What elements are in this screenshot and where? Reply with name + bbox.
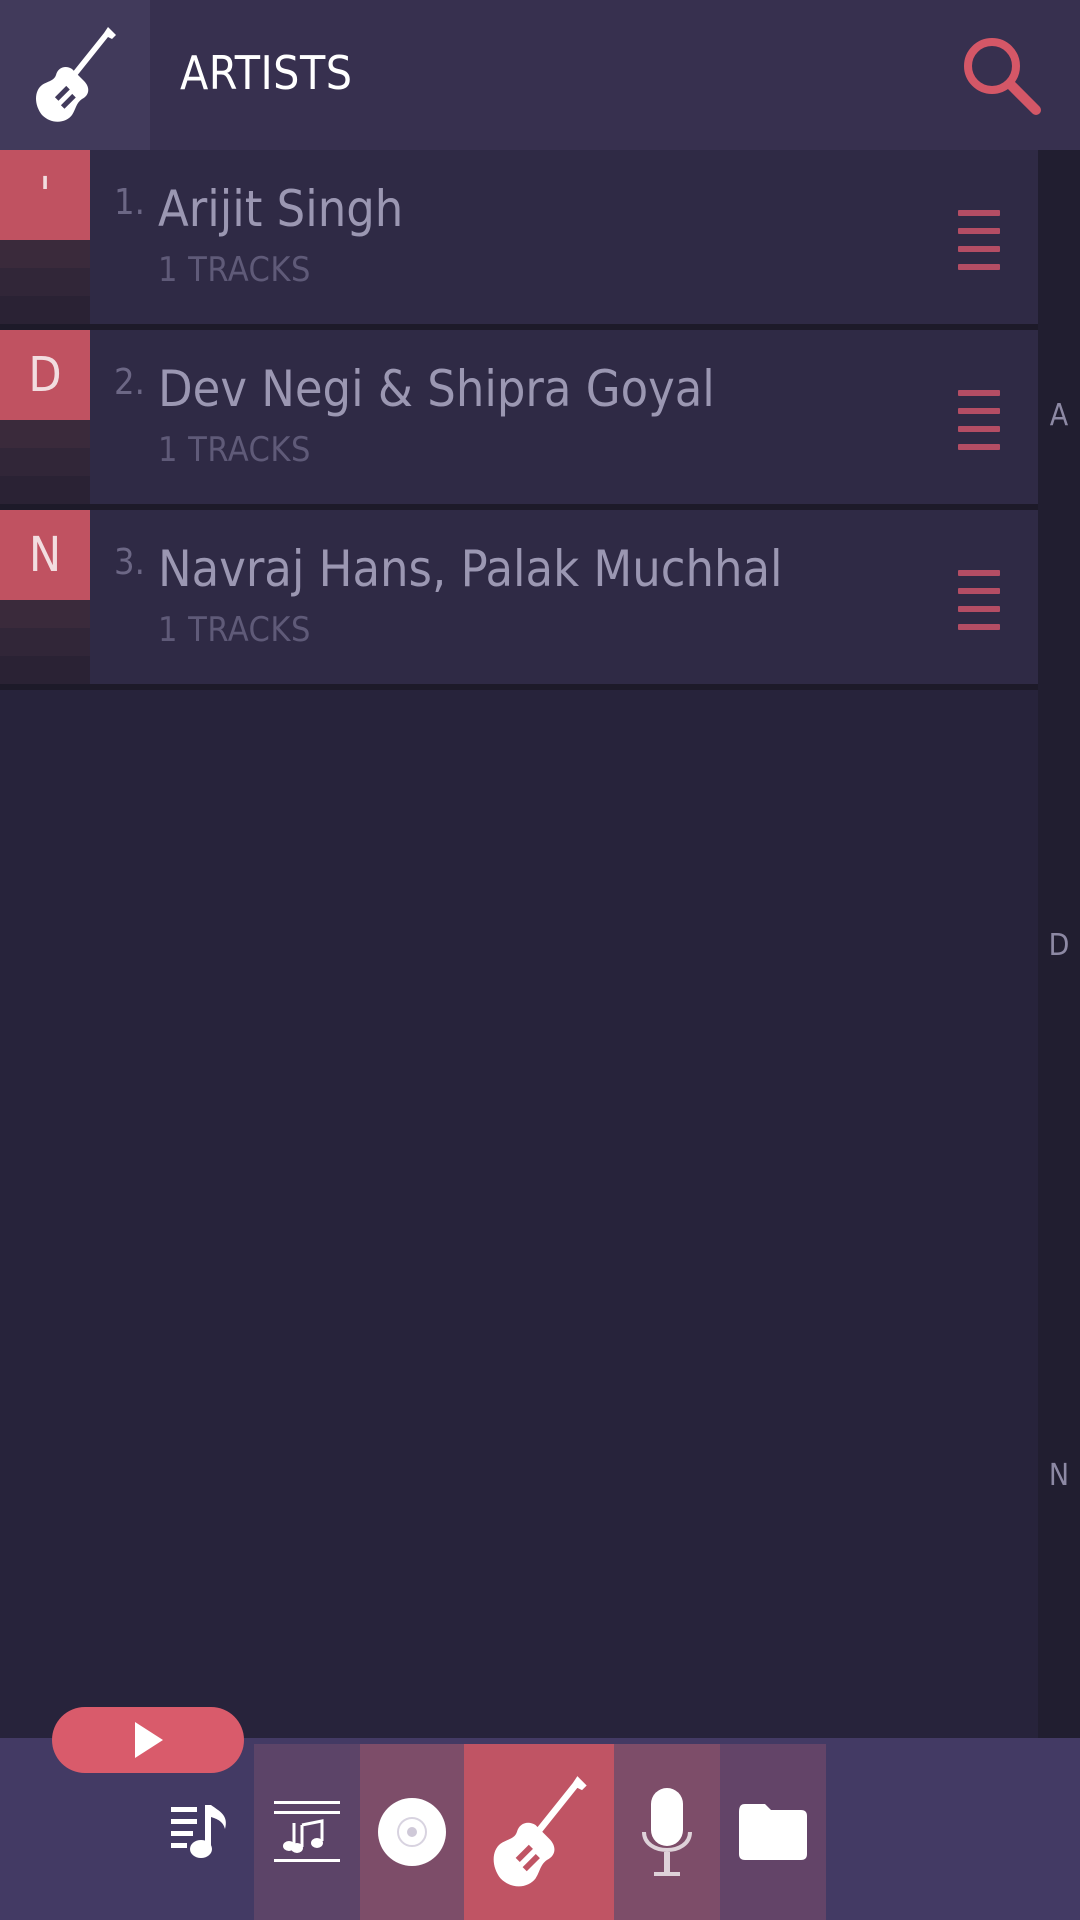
play-button[interactable]: [52, 1707, 244, 1773]
alphabet-index-bar[interactable]: A D N: [1038, 150, 1080, 1738]
disc-icon: [378, 1798, 446, 1866]
item-number: 2.: [114, 362, 145, 403]
index-letter-d[interactable]: D: [1038, 928, 1080, 963]
nav-genres[interactable]: [614, 1744, 720, 1920]
artist-letter-badge: N: [0, 510, 90, 600]
artist-letter-badge: ': [0, 150, 90, 240]
drag-handle-icon[interactable]: [958, 390, 1000, 452]
nav-artists[interactable]: [464, 1744, 614, 1920]
search-icon: [964, 38, 1041, 115]
lyrics-music-icon: [274, 1801, 340, 1862]
nav-folders[interactable]: [720, 1744, 826, 1920]
artist-name: Navraj Hans, Palak Muchhal: [158, 540, 783, 598]
list-item[interactable]: N 3. Navraj Hans, Palak Muchhal 1 TRACKS: [0, 510, 1038, 690]
artist-name: Arijit Singh: [158, 180, 404, 238]
folder-icon: [739, 1804, 807, 1860]
index-letter-a[interactable]: A: [1038, 398, 1080, 433]
nav-tracks[interactable]: [254, 1744, 360, 1920]
page-title: ARTISTS: [180, 46, 353, 100]
microphone-icon: [642, 1788, 692, 1876]
guitar-icon: [36, 27, 116, 122]
index-letter-n[interactable]: N: [1038, 1458, 1080, 1493]
nav-albums[interactable]: [360, 1744, 464, 1920]
track-count: 1 TRACKS: [158, 430, 311, 470]
app-icon-button[interactable]: [0, 0, 150, 150]
artist-list: ' 1. Arijit Singh 1 TRACKS D 2. Dev Negi…: [0, 150, 1038, 690]
guitar-icon: [493, 1776, 587, 1887]
item-number: 3.: [114, 542, 145, 583]
drag-handle-icon[interactable]: [958, 570, 1000, 632]
list-item[interactable]: D 2. Dev Negi & Shipra Goyal 1 TRACKS: [0, 330, 1038, 510]
item-number: 1.: [114, 182, 145, 223]
drag-handle-icon[interactable]: [958, 210, 1000, 272]
search-button[interactable]: [960, 34, 1042, 116]
artist-name: Dev Negi & Shipra Goyal: [158, 360, 715, 418]
play-icon: [135, 1722, 163, 1758]
track-count: 1 TRACKS: [158, 610, 311, 650]
track-count: 1 TRACKS: [158, 250, 311, 290]
artist-letter-badge: D: [0, 330, 90, 420]
divider: [0, 684, 1038, 690]
queue-music-icon: [171, 1805, 226, 1858]
app-header: ARTISTS: [0, 0, 1080, 150]
list-item[interactable]: ' 1. Arijit Singh 1 TRACKS: [0, 150, 1038, 330]
